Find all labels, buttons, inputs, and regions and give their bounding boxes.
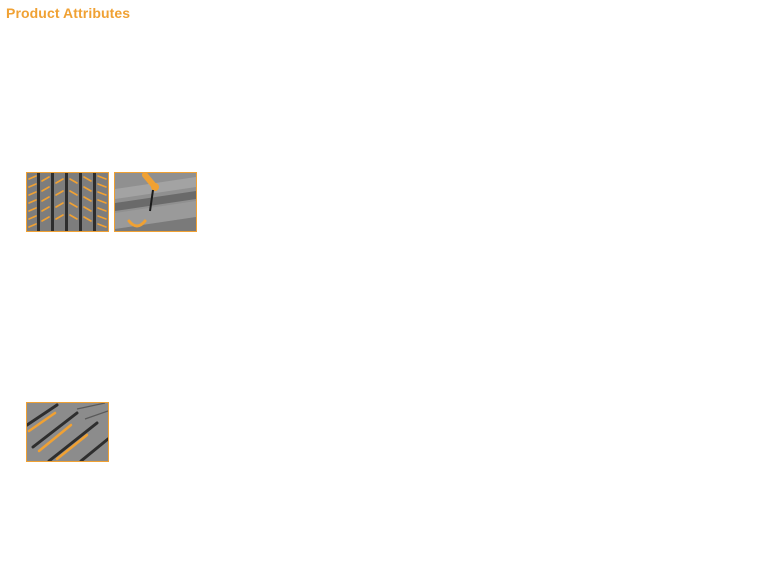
thumbnail-sipe-cut[interactable] — [114, 172, 197, 232]
diagonal-groove-icon — [27, 403, 108, 461]
tread-pattern-icon — [27, 173, 108, 231]
thumbnail-tread-pattern[interactable] — [26, 172, 109, 232]
sipe-cut-icon — [115, 173, 196, 231]
section-title: Product Attributes — [6, 5, 131, 21]
thumbnail-diagonal-grooves[interactable] — [26, 402, 109, 462]
